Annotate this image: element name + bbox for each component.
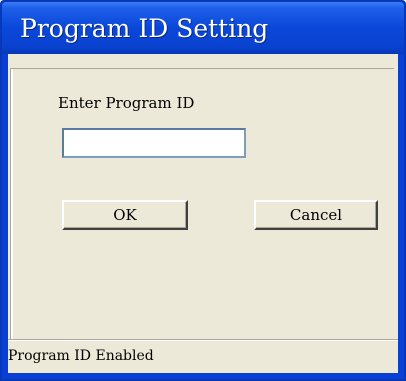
window-title: Program ID Setting bbox=[20, 14, 269, 43]
dialog-body: Enter Program ID OK Cancel Program ID En… bbox=[8, 54, 398, 373]
program-id-label: Enter Program ID bbox=[58, 94, 195, 112]
status-text: Program ID Enabled bbox=[8, 348, 154, 364]
frame-edge-left bbox=[10, 68, 13, 368]
frame-edge-top bbox=[10, 68, 394, 69]
status-bar: Program ID Enabled bbox=[8, 339, 398, 373]
ok-button[interactable]: OK bbox=[62, 200, 188, 230]
status-divider bbox=[8, 340, 398, 341]
program-id-input[interactable] bbox=[62, 128, 246, 158]
cancel-button[interactable]: Cancel bbox=[254, 200, 378, 230]
dialog-window: Program ID Setting Enter Program ID OK C… bbox=[0, 0, 406, 381]
title-bar[interactable]: Program ID Setting bbox=[2, 2, 404, 54]
